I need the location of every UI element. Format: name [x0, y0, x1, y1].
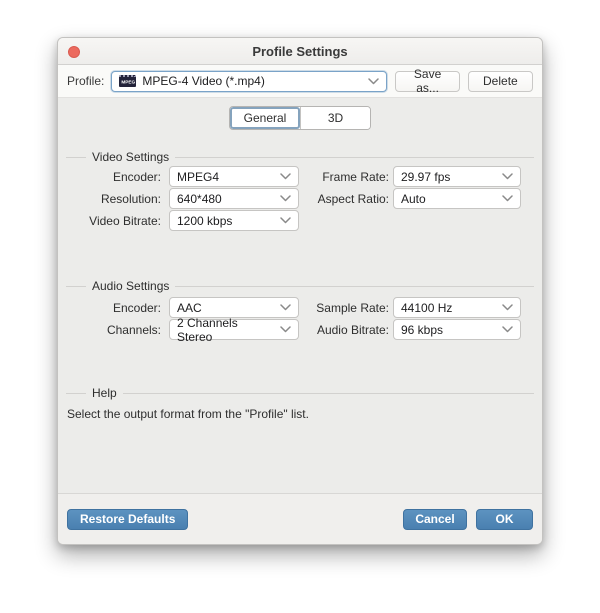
window-title: Profile Settings — [252, 44, 347, 59]
dialog-body: General 3D Video Settings Encoder: MPEG4… — [58, 98, 542, 495]
help-header: Help — [66, 386, 534, 400]
audio-bitrate-label: Audio Bitrate: — [299, 323, 389, 337]
select-value: 640*480 — [177, 192, 222, 206]
close-button[interactable] — [68, 46, 80, 58]
titlebar: Profile Settings — [58, 38, 542, 65]
resolution-select[interactable]: 640*480 — [169, 188, 299, 209]
select-value: 1200 kbps — [177, 214, 232, 228]
chevron-down-icon — [274, 326, 291, 333]
select-value: 96 kbps — [401, 323, 443, 337]
footer-actions: Cancel OK — [403, 509, 533, 530]
ok-button[interactable]: OK — [476, 509, 533, 530]
video-row-2: Resolution: 640*480 Aspect Ratio: Auto — [58, 188, 542, 209]
select-value: AAC — [177, 301, 202, 315]
audio-settings-header: Audio Settings — [66, 279, 534, 293]
aspect-ratio-select[interactable]: Auto — [393, 188, 521, 209]
help-title: Help — [86, 386, 123, 400]
encoder-label: Encoder: — [66, 170, 161, 184]
channels-label: Channels: — [66, 323, 161, 337]
video-bitrate-select[interactable]: 1200 kbps — [169, 210, 299, 231]
chevron-down-icon — [274, 173, 291, 180]
chevron-down-icon — [496, 195, 513, 202]
chevron-down-icon — [496, 304, 513, 311]
profile-settings-dialog: Profile Settings Profile: MPEG MPEG-4 Vi… — [57, 37, 543, 545]
profile-select-value: MPEG-4 Video (*.mp4) — [142, 74, 265, 88]
audio-bitrate-select[interactable]: 96 kbps — [393, 319, 521, 340]
tab-3d[interactable]: 3D — [300, 107, 370, 129]
help-text: Select the output format from the "Profi… — [67, 407, 309, 421]
profile-toolbar: Profile: MPEG MPEG-4 Video (*.mp4) Save … — [58, 65, 542, 98]
frame-rate-select[interactable]: 29.97 fps — [393, 166, 521, 187]
video-settings-title: Video Settings — [86, 150, 175, 164]
video-row-3: Video Bitrate: 1200 kbps — [58, 210, 542, 231]
chevron-down-icon — [362, 78, 379, 85]
audio-encoder-label: Encoder: — [66, 301, 161, 315]
chevron-down-icon — [496, 173, 513, 180]
resolution-label: Resolution: — [66, 192, 161, 206]
tab-segmented-control: General 3D — [229, 106, 371, 130]
chevron-down-icon — [274, 304, 291, 311]
footer-bar: Restore Defaults Cancel OK — [58, 493, 542, 544]
select-value: MPEG4 — [177, 170, 219, 184]
profile-label: Profile: — [67, 74, 104, 88]
mpeg-badge-icon: MPEG — [119, 75, 136, 87]
tab-bar: General 3D — [58, 106, 542, 130]
chevron-down-icon — [496, 326, 513, 333]
frame-rate-label: Frame Rate: — [299, 170, 389, 184]
select-value: 29.97 fps — [401, 170, 450, 184]
audio-row-2: Channels: 2 Channels Stereo Audio Bitrat… — [58, 319, 542, 340]
delete-button[interactable]: Delete — [468, 71, 533, 92]
video-bitrate-label: Video Bitrate: — [66, 214, 161, 228]
audio-row-1: Encoder: AAC Sample Rate: 44100 Hz — [58, 297, 542, 318]
audio-settings-title: Audio Settings — [86, 279, 175, 293]
tab-general[interactable]: General — [230, 107, 300, 129]
chevron-down-icon — [274, 217, 291, 224]
aspect-ratio-label: Aspect Ratio: — [299, 192, 389, 206]
video-settings-header: Video Settings — [66, 150, 534, 164]
video-row-1: Encoder: MPEG4 Frame Rate: 29.97 fps — [58, 166, 542, 187]
chevron-down-icon — [274, 195, 291, 202]
encoder-select[interactable]: MPEG4 — [169, 166, 299, 187]
select-value: Auto — [401, 192, 426, 206]
save-as-button[interactable]: Save as... — [395, 71, 459, 92]
channels-select[interactable]: 2 Channels Stereo — [169, 319, 299, 340]
cancel-button[interactable]: Cancel — [403, 509, 467, 530]
sample-rate-select[interactable]: 44100 Hz — [393, 297, 521, 318]
select-value: 2 Channels Stereo — [177, 316, 274, 344]
sample-rate-label: Sample Rate: — [299, 301, 389, 315]
select-value: 44100 Hz — [401, 301, 452, 315]
profile-select[interactable]: MPEG MPEG-4 Video (*.mp4) — [111, 71, 387, 92]
restore-defaults-button[interactable]: Restore Defaults — [67, 509, 188, 530]
